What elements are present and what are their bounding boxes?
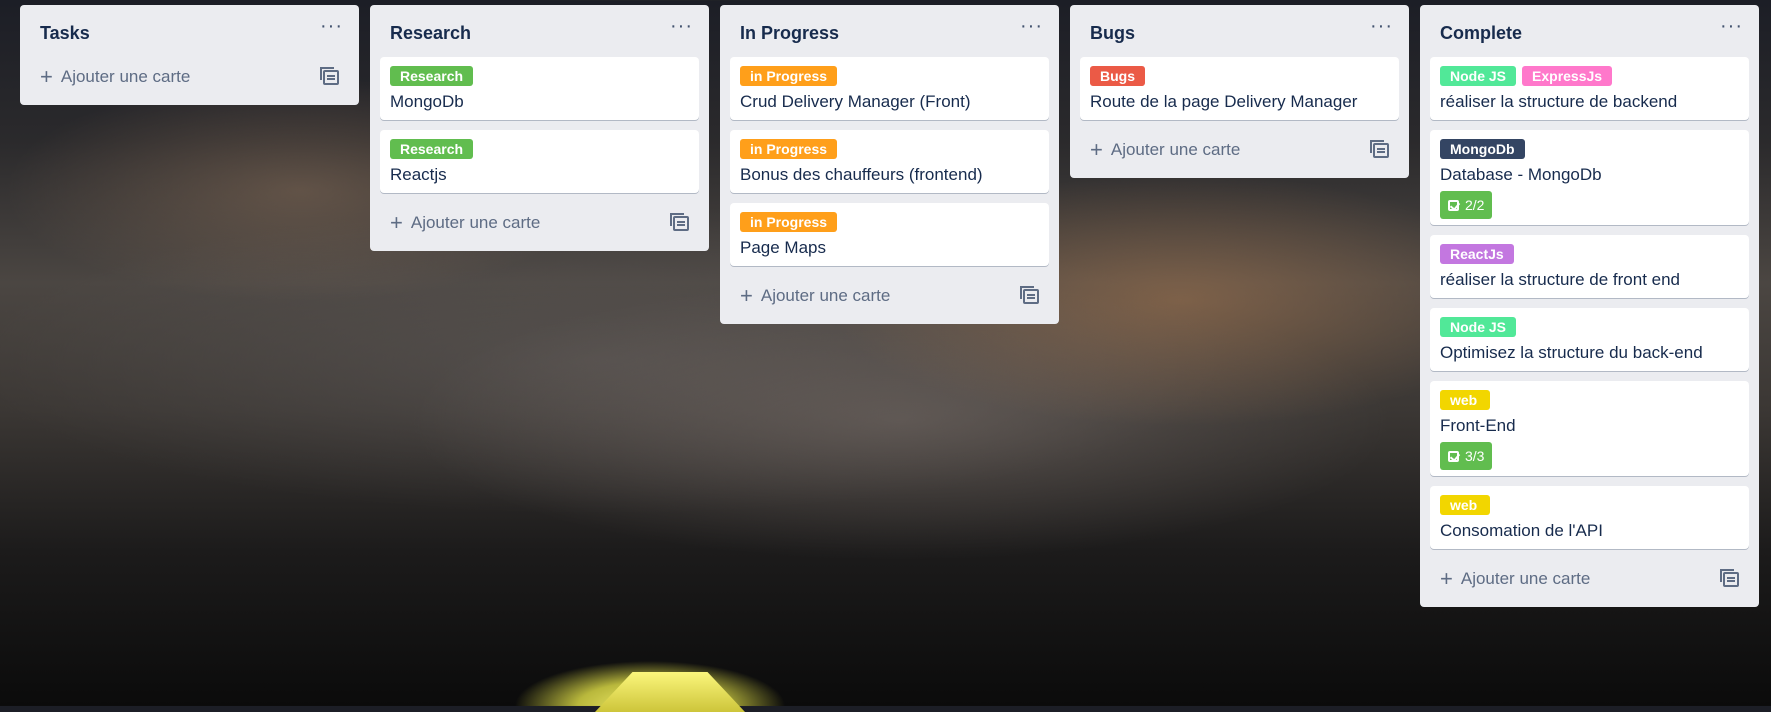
- card-label[interactable]: Research: [390, 66, 474, 86]
- card[interactable]: in Progress Page Maps: [730, 203, 1049, 266]
- list-research: Research ··· Research MongoDb Research Reactj…: [370, 5, 709, 251]
- card-title: Reactjs: [390, 165, 447, 184]
- card-label[interactable]: Bugs: [1090, 66, 1145, 86]
- checklist-count: 3/3: [1465, 448, 1485, 464]
- card-template-icon[interactable]: [1020, 286, 1039, 304]
- plus-icon: +: [1090, 137, 1103, 162]
- list-header: Complete ···: [1430, 5, 1749, 57]
- list-menu-icon[interactable]: ···: [1020, 15, 1043, 38]
- card-title: Page Maps: [740, 238, 826, 257]
- checklist-badge: 2/2: [1440, 191, 1493, 219]
- add-card-button[interactable]: + Ajouter une carte: [380, 203, 699, 243]
- list-header: Bugs ···: [1080, 5, 1399, 57]
- list-title[interactable]: Research: [390, 23, 471, 44]
- card[interactable]: ReactJs réaliser la structure de front en…: [1430, 235, 1749, 298]
- card-labels: in Progress: [740, 66, 1039, 86]
- card-label[interactable]: Node JS: [1440, 66, 1517, 86]
- checklist-count: 2/2: [1465, 197, 1485, 213]
- add-card-label: Ajouter une carte: [60, 67, 191, 86]
- card-title: Database - MongoDb: [1440, 165, 1602, 184]
- list-bugs: Bugs ··· Bugs Route de la page Delivery Man…: [1070, 5, 1409, 178]
- card[interactable]: MongoDb Database - MongoDb 2/2: [1430, 130, 1749, 225]
- list-menu-icon[interactable]: ···: [1370, 15, 1393, 38]
- card[interactable]: Node JS Optimisez la structure du back-en…: [1430, 308, 1749, 371]
- card[interactable]: Research MongoDb: [380, 57, 699, 120]
- card-title: Front-End: [1440, 416, 1516, 435]
- checklist-badge: 3/3: [1440, 442, 1493, 470]
- card-title: Consomation de l'API: [1440, 521, 1603, 540]
- card-labels: Research: [390, 66, 689, 86]
- card[interactable]: web Front-End 3/3: [1430, 381, 1749, 476]
- card-labels: MongoDb: [1440, 139, 1739, 159]
- card[interactable]: Bugs Route de la page Delivery Manager: [1080, 57, 1399, 120]
- card-label[interactable]: MongoDb: [1440, 139, 1525, 159]
- add-card-label: Ajouter une carte: [410, 213, 541, 232]
- card-template-icon[interactable]: [670, 213, 689, 231]
- add-card-button[interactable]: + Ajouter une carte: [30, 57, 349, 97]
- list-in-progress: In Progress ··· in Progress Crud Delivery M…: [720, 5, 1059, 324]
- card[interactable]: in Progress Bonus des chauffeurs (fronten…: [730, 130, 1049, 193]
- card-labels: in Progress: [740, 212, 1039, 232]
- plus-icon: +: [1440, 566, 1453, 591]
- list-title[interactable]: In Progress: [740, 23, 839, 44]
- card[interactable]: Node JS ExpressJs réaliser la structure de…: [1430, 57, 1749, 120]
- card-template-icon[interactable]: [320, 67, 339, 85]
- card-title: Route de la page Delivery Manager: [1090, 92, 1358, 111]
- card-labels: Node JS: [1440, 317, 1739, 337]
- plus-icon: +: [390, 210, 403, 235]
- card-title: réaliser la structure de front end: [1440, 270, 1681, 289]
- card[interactable]: in Progress Crud Delivery Manager (Front): [730, 57, 1049, 120]
- add-card-label: Ajouter une carte: [1460, 569, 1591, 588]
- card-labels: in Progress: [740, 139, 1039, 159]
- checklist-icon: [1448, 450, 1459, 462]
- card-title: Optimisez la structure du back-end: [1440, 343, 1703, 362]
- card-labels: Bugs: [1090, 66, 1389, 86]
- card-label[interactable]: in Progress: [740, 139, 838, 159]
- plus-icon: +: [40, 64, 53, 89]
- card-title: Bonus des chauffeurs (frontend): [740, 165, 983, 184]
- add-card-button[interactable]: + Ajouter une carte: [1080, 130, 1399, 170]
- list-header: In Progress ···: [730, 5, 1049, 57]
- list-menu-icon[interactable]: ···: [320, 15, 343, 38]
- card-label[interactable]: ReactJs: [1440, 244, 1514, 264]
- list-title[interactable]: Complete: [1440, 23, 1522, 44]
- add-card-label: Ajouter une carte: [1110, 140, 1241, 159]
- list-tasks: Tasks ··· + Ajouter une carte: [20, 5, 359, 105]
- card-labels: Research: [390, 139, 689, 159]
- card-title: Crud Delivery Manager (Front): [740, 92, 971, 111]
- list-title[interactable]: Bugs: [1090, 23, 1135, 44]
- checklist-icon: [1448, 199, 1459, 211]
- card-labels: ReactJs: [1440, 244, 1739, 264]
- add-card-button[interactable]: + Ajouter une carte: [1430, 559, 1749, 599]
- list-menu-icon[interactable]: ···: [670, 15, 693, 38]
- add-card-button[interactable]: + Ajouter une carte: [730, 276, 1049, 316]
- card[interactable]: web Consomation de l'API: [1430, 486, 1749, 549]
- card-labels: web: [1440, 390, 1739, 410]
- list-complete: Complete ··· Node JS ExpressJs réaliser la s…: [1420, 5, 1759, 607]
- board: Tasks ··· + Ajouter une carte Research ··· Res…: [0, 0, 1771, 706]
- card-template-icon[interactable]: [1720, 569, 1739, 587]
- list-header: Research ···: [380, 5, 699, 57]
- card-label[interactable]: web: [1440, 390, 1490, 410]
- card-labels: web: [1440, 495, 1739, 515]
- card-title: réaliser la structure de backend: [1440, 92, 1678, 111]
- list-menu-icon[interactable]: ···: [1720, 15, 1743, 38]
- card-title: MongoDb: [390, 92, 464, 111]
- card-label[interactable]: ExpressJs: [1522, 66, 1613, 86]
- list-header: Tasks ···: [30, 5, 349, 57]
- card-template-icon[interactable]: [1370, 140, 1389, 158]
- card-label[interactable]: Node JS: [1440, 317, 1517, 337]
- card[interactable]: Research Reactjs: [380, 130, 699, 193]
- card-label[interactable]: web: [1440, 495, 1490, 515]
- add-card-label: Ajouter une carte: [760, 286, 891, 305]
- card-labels: Node JS ExpressJs: [1440, 66, 1739, 86]
- list-title[interactable]: Tasks: [40, 23, 90, 44]
- card-label[interactable]: in Progress: [740, 212, 838, 232]
- plus-icon: +: [740, 283, 753, 308]
- card-label[interactable]: Research: [390, 139, 474, 159]
- card-label[interactable]: in Progress: [740, 66, 838, 86]
